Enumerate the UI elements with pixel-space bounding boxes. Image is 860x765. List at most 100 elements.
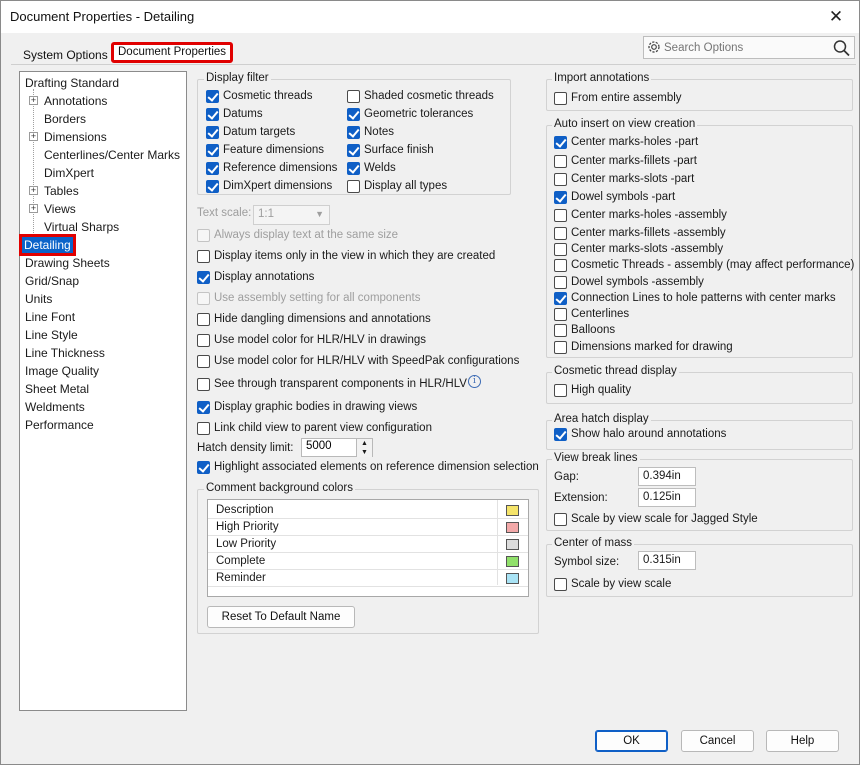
color-swatch[interactable] <box>506 556 519 567</box>
checkbox-box[interactable] <box>206 125 219 139</box>
auto-insert-checkbox[interactable]: Center marks-holes -part <box>554 134 698 150</box>
reset-default-name-button[interactable]: Reset To Default Name <box>207 606 355 628</box>
checkbox-box[interactable] <box>206 179 219 193</box>
checkbox-box[interactable] <box>347 161 360 175</box>
checkbox-box[interactable] <box>347 179 360 193</box>
tree-item-sheet-metal[interactable]: Sheet Metal <box>25 381 89 397</box>
cancel-button[interactable]: Cancel <box>681 730 754 752</box>
from-entire-assembly-checkbox[interactable]: From entire assembly <box>554 90 682 106</box>
gap-field[interactable]: 0.394in <box>638 467 696 486</box>
tree-item-performance[interactable]: Performance <box>25 417 94 433</box>
checkbox-box[interactable] <box>554 427 567 441</box>
checkbox-box[interactable] <box>206 89 219 103</box>
option-checkbox[interactable]: Display graphic bodies in drawing views <box>197 399 417 415</box>
close-icon[interactable]: ✕ <box>813 1 859 33</box>
display-filter-checkbox[interactable]: Surface finish <box>347 142 434 158</box>
checkbox-box[interactable] <box>197 354 210 368</box>
auto-insert-checkbox[interactable]: Dowel symbols -part <box>554 189 675 205</box>
checkbox-box[interactable] <box>347 143 360 157</box>
display-filter-checkbox[interactable]: Geometric tolerances <box>347 106 473 122</box>
checkbox-box[interactable] <box>197 377 210 391</box>
auto-insert-checkbox[interactable]: Center marks-holes -assembly <box>554 207 727 223</box>
checkbox-box[interactable] <box>554 226 567 240</box>
tree-item-weldments[interactable]: Weldments <box>25 399 85 415</box>
checkbox-box[interactable] <box>554 307 567 321</box>
display-filter-checkbox[interactable]: Welds <box>347 160 396 176</box>
tree-item-line-font[interactable]: Line Font <box>25 309 75 325</box>
tree-item-drafting-standard[interactable]: Drafting Standard <box>25 75 119 91</box>
checkbox-box[interactable] <box>197 312 210 326</box>
checkbox-box[interactable] <box>554 383 567 397</box>
display-filter-checkbox[interactable]: Datums <box>206 106 263 122</box>
checkbox-box[interactable] <box>197 270 210 284</box>
tab-system-options[interactable]: System Options <box>17 45 114 65</box>
auto-insert-checkbox[interactable]: Dimensions marked for drawing <box>554 339 733 355</box>
auto-insert-checkbox[interactable]: Cosmetic Threads - assembly (may affect … <box>554 257 854 273</box>
table-row[interactable]: High Priority <box>208 519 528 536</box>
scale-jagged-checkbox[interactable]: Scale by view scale for Jagged Style <box>554 511 758 527</box>
checkbox-box[interactable] <box>554 275 567 289</box>
help-button[interactable]: Help <box>766 730 839 752</box>
display-filter-checkbox[interactable]: Notes <box>347 124 394 140</box>
checkbox-box[interactable] <box>347 107 360 121</box>
tree-item-units[interactable]: Units <box>25 291 52 307</box>
checkbox-box[interactable] <box>554 135 567 149</box>
hatch-density-spinner[interactable]: ▲ ▼ <box>301 438 373 457</box>
tree-item-detailing[interactable]: Detailing <box>19 234 76 256</box>
hatch-density-input[interactable] <box>306 440 354 452</box>
checkbox-box[interactable] <box>197 460 210 474</box>
tree-item-annotations[interactable]: Annotations <box>44 93 107 109</box>
extension-field[interactable]: 0.125in <box>638 488 696 507</box>
checkbox-box[interactable] <box>197 333 210 347</box>
search-box[interactable] <box>643 36 855 59</box>
high-quality-checkbox[interactable]: High quality <box>554 382 631 398</box>
auto-insert-checkbox[interactable]: Dowel symbols -assembly <box>554 274 704 290</box>
tab-document-properties[interactable]: Document Properties <box>111 42 234 63</box>
auto-insert-checkbox[interactable]: Center marks-fillets -part <box>554 153 697 169</box>
checkbox-box[interactable] <box>554 512 567 526</box>
checkbox-box[interactable] <box>197 421 210 435</box>
display-filter-checkbox[interactable]: Datum targets <box>206 124 295 140</box>
color-swatch[interactable] <box>506 539 519 550</box>
tree-item-dimxpert[interactable]: DimXpert <box>44 165 94 181</box>
option-checkbox[interactable]: Display annotations <box>197 269 314 285</box>
tree-item-line-style[interactable]: Line Style <box>25 327 78 343</box>
expand-icon[interactable]: + <box>29 132 38 141</box>
auto-insert-checkbox[interactable]: Balloons <box>554 322 615 338</box>
checkbox-box[interactable] <box>197 249 210 263</box>
search-icon[interactable] <box>832 39 851 57</box>
checkbox-box[interactable] <box>347 125 360 139</box>
tree-item-virtual-sharps[interactable]: Virtual Sharps <box>44 219 119 235</box>
checkbox-box[interactable] <box>554 577 567 591</box>
option-checkbox[interactable]: Link child view to parent view configura… <box>197 420 432 436</box>
option-checkbox[interactable]: See through transparent components in HL… <box>197 376 467 392</box>
expand-icon[interactable]: + <box>29 204 38 213</box>
display-filter-checkbox[interactable]: Reference dimensions <box>206 160 337 176</box>
checkbox-box[interactable] <box>347 89 360 103</box>
table-row[interactable]: Reminder <box>208 570 528 587</box>
checkbox-box[interactable] <box>554 242 567 256</box>
checkbox-box[interactable] <box>554 340 567 354</box>
display-filter-checkbox[interactable]: Shaded cosmetic threads <box>347 88 494 104</box>
tree-item-grid-snap[interactable]: Grid/Snap <box>25 273 79 289</box>
table-row[interactable]: Low Priority <box>208 536 528 553</box>
checkbox-box[interactable] <box>554 154 567 168</box>
tree-item-dimensions[interactable]: Dimensions <box>44 129 107 145</box>
symbol-size-field[interactable]: 0.315in <box>638 551 696 570</box>
scale-by-view-checkbox[interactable]: Scale by view scale <box>554 576 671 592</box>
checkbox-box[interactable] <box>197 400 210 414</box>
display-filter-checkbox[interactable]: Display all types <box>347 178 447 194</box>
checkbox-box[interactable] <box>554 172 567 186</box>
highlight-checkbox[interactable]: Highlight associated elements on referen… <box>197 459 539 475</box>
option-checkbox[interactable]: Use model color for HLR/HLV in drawings <box>197 332 426 348</box>
checkbox-box[interactable] <box>206 107 219 121</box>
auto-insert-checkbox[interactable]: Connection Lines to hole patterns with c… <box>554 290 836 306</box>
checkbox-box[interactable] <box>554 190 567 204</box>
checkbox-box[interactable] <box>554 208 567 222</box>
expand-icon[interactable]: + <box>29 96 38 105</box>
auto-insert-checkbox[interactable]: Center marks-slots -part <box>554 171 694 187</box>
color-swatch[interactable] <box>506 573 519 584</box>
display-filter-checkbox[interactable]: Cosmetic threads <box>206 88 312 104</box>
auto-insert-checkbox[interactable]: Center marks-slots -assembly <box>554 241 723 257</box>
tree-item-image-quality[interactable]: Image Quality <box>25 363 99 379</box>
